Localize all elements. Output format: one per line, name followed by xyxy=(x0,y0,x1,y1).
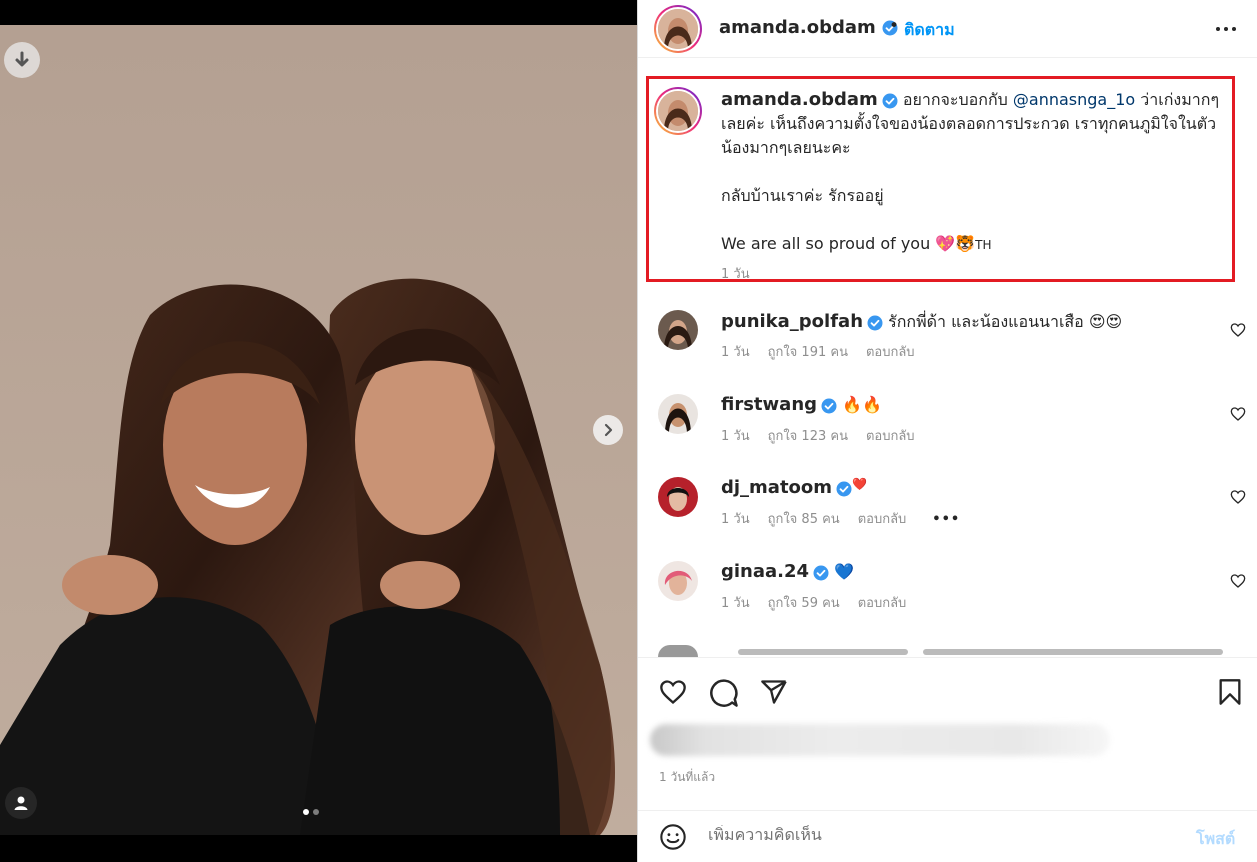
comment-item-partial xyxy=(658,645,1238,657)
post-detail-panel: amanda.obdam • ติดตาม amanda.obdam อยากจ… xyxy=(637,0,1257,862)
comment-line: dj_matoom ❤️ xyxy=(721,477,867,498)
photo-illustration xyxy=(0,25,637,835)
heart-icon[interactable] xyxy=(1230,322,1246,338)
caption-author-username[interactable]: amanda.obdam xyxy=(721,89,878,110)
caption-paragraph-2: กลับบ้านเราค่ะ รักรออยู่ xyxy=(721,186,884,205)
comment-item: ginaa.24 💙 1 วัน ถูกใจ 59 คน ตอบกลับ xyxy=(638,561,1257,631)
caption-emoji: 💖🐯 xyxy=(935,234,976,253)
heart-icon[interactable] xyxy=(658,678,688,706)
heart-icon[interactable] xyxy=(1230,489,1246,505)
placeholder-bar xyxy=(738,649,908,655)
comment-likes[interactable]: ถูกใจ 59 คน xyxy=(768,596,840,611)
caption-paragraph-3: We are all so proud of you 💖🐯TH xyxy=(721,232,1221,257)
verified-badge-icon xyxy=(821,398,837,413)
comment-meta: 1 วัน ถูกใจ 123 คน ตอบกลับ xyxy=(721,425,933,446)
caption-timestamp[interactable]: 1 วัน xyxy=(721,263,750,284)
caption-paragraph-1: amanda.obdam อยากจะบอกกับ @annasnga_1o ว… xyxy=(721,88,1221,160)
commenter-avatar[interactable] xyxy=(658,310,698,350)
verified-badge-icon xyxy=(882,93,898,108)
comment-reply-button[interactable]: ตอบกลับ xyxy=(858,512,907,527)
post-media-panel xyxy=(0,0,637,862)
commenter-username[interactable]: ginaa.24 xyxy=(721,561,809,582)
post-action-bar xyxy=(638,657,1257,727)
comment-icon[interactable] xyxy=(709,678,739,708)
author-avatar[interactable] xyxy=(654,5,702,53)
verified-badge-icon xyxy=(836,481,852,496)
placeholder-bar xyxy=(923,649,1223,655)
comment-meta: 1 วัน ถูกใจ 191 คน ตอบกลับ xyxy=(721,341,933,362)
download-icon xyxy=(15,51,29,67)
more-horizontal-icon[interactable] xyxy=(1215,22,1237,36)
comment-line: punika_polfah รักกพี่ด้า และน้องแอนนาเสื… xyxy=(721,310,1122,335)
caption-english-text: We are all so proud of you xyxy=(721,234,931,253)
comment-reply-button[interactable]: ตอบกลับ xyxy=(858,596,907,611)
comment-time[interactable]: 1 วัน xyxy=(721,429,750,444)
commenter-avatar xyxy=(658,645,698,657)
chevron-right-icon xyxy=(604,423,613,437)
comment-reply-button[interactable]: ตอบกลับ xyxy=(866,429,915,444)
post-comment-button[interactable]: โพสต์ xyxy=(1196,827,1235,852)
caption-flag-text: TH xyxy=(975,238,992,252)
comment-likes[interactable]: ถูกใจ 191 คน xyxy=(768,345,848,360)
comment-meta: 1 วัน ถูกใจ 59 คน ตอบกลับ xyxy=(721,592,924,613)
commenter-username[interactable]: firstwang xyxy=(721,394,817,415)
caption-author-avatar[interactable] xyxy=(654,87,702,135)
header-separator: • xyxy=(889,16,900,36)
commenter-avatar[interactable] xyxy=(658,561,698,601)
comment-emoji: 😍😍 xyxy=(1088,312,1123,331)
verified-badge-icon xyxy=(867,315,883,330)
post-timestamp[interactable]: 1 วันที่แล้ว xyxy=(659,768,715,787)
comment-item: firstwang 🔥🔥 1 วัน ถูกใจ 123 คน ตอบกลับ xyxy=(638,394,1257,464)
comment-emoji: 🔥🔥 xyxy=(842,395,882,414)
comment-line: firstwang 🔥🔥 xyxy=(721,394,882,415)
likes-summary-blurred xyxy=(650,724,1110,756)
comment-text: รักกพี่ด้า และน้องแอนนาเสือ xyxy=(888,312,1084,331)
comment-reply-button[interactable]: ตอบกลับ xyxy=(866,345,915,360)
tagged-users-button[interactable] xyxy=(5,787,37,819)
comment-item: punika_polfah รักกพี่ด้า และน้องแอนนาเสื… xyxy=(638,310,1257,380)
commenter-avatar[interactable] xyxy=(658,477,698,517)
download-button[interactable] xyxy=(4,42,40,78)
follow-button[interactable]: ติดตาม xyxy=(904,18,955,43)
comment-line: ginaa.24 💙 xyxy=(721,561,854,582)
slide-indicator xyxy=(303,809,319,815)
next-slide-button[interactable] xyxy=(593,415,623,445)
comment-meta: 1 วัน ถูกใจ 85 คน ตอบกลับ ••• xyxy=(721,508,978,529)
comment-time[interactable]: 1 วัน xyxy=(721,596,750,611)
comment-likes[interactable]: ถูกใจ 123 คน xyxy=(768,429,848,444)
post-photo[interactable] xyxy=(0,25,637,835)
comment-input[interactable] xyxy=(708,825,1168,844)
commenter-username[interactable]: dj_matoom xyxy=(721,477,832,498)
author-username[interactable]: amanda.obdam xyxy=(719,17,898,38)
slide-dot xyxy=(313,809,319,815)
comment-emoji: ❤️ xyxy=(852,477,868,491)
caption: amanda.obdam อยากจะบอกกับ @annasnga_1o ว… xyxy=(721,88,1221,257)
post-header: amanda.obdam • ติดตาม xyxy=(638,0,1257,58)
verified-badge-icon xyxy=(813,565,829,580)
caption-text-pre: อยากจะบอกกับ xyxy=(902,90,1008,109)
slide-dot-active xyxy=(303,809,309,815)
comment-time[interactable]: 1 วัน xyxy=(721,345,750,360)
emoji-icon[interactable] xyxy=(659,823,687,851)
caption-mention-link[interactable]: @annasnga_1o xyxy=(1013,90,1135,109)
comment-item: dj_matoom ❤️ 1 วัน ถูกใจ 85 คน ตอบกลับ ••• xyxy=(638,477,1257,547)
heart-icon[interactable] xyxy=(1230,573,1246,589)
share-icon[interactable] xyxy=(760,678,788,706)
author-username-text[interactable]: amanda.obdam xyxy=(719,17,876,38)
heart-icon[interactable] xyxy=(1230,406,1246,422)
user-tag-icon xyxy=(14,796,28,810)
comment-likes[interactable]: ถูกใจ 85 คน xyxy=(768,512,840,527)
add-comment-bar: โพสต์ xyxy=(638,810,1257,862)
commenter-username[interactable]: punika_polfah xyxy=(721,311,863,332)
comment-emoji: 💙 xyxy=(834,562,855,581)
bookmark-icon[interactable] xyxy=(1218,678,1242,706)
commenter-avatar[interactable] xyxy=(658,394,698,434)
comment-options-button[interactable]: ••• xyxy=(932,512,960,527)
comment-time[interactable]: 1 วัน xyxy=(721,512,750,527)
